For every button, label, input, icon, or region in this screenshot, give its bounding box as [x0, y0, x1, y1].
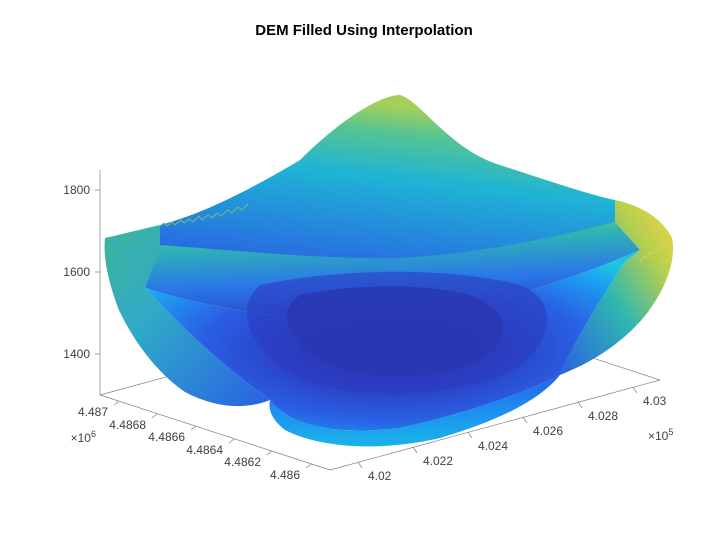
dem-surface — [105, 95, 673, 446]
x-tick-label: 4.028 — [588, 409, 618, 423]
x-axis-exponent: ×105 — [648, 427, 673, 443]
y-tick-label: 4.4864 — [186, 443, 223, 457]
z-tick-label: 1600 — [63, 265, 90, 279]
z-axis-ticks: 1400 1600 1800 — [63, 183, 100, 361]
x-tick-label: 4.026 — [533, 424, 563, 438]
x-tick-label: 4.03 — [643, 394, 667, 408]
z-tick-label: 1800 — [63, 183, 90, 197]
x-tick-label: 4.022 — [423, 454, 453, 468]
y-tick-label: 4.4868 — [109, 418, 146, 432]
y-tick-label: 4.486 — [270, 468, 300, 482]
x-tick-label: 4.02 — [368, 469, 392, 483]
z-tick-label: 1400 — [63, 347, 90, 361]
y-tick-label: 4.487 — [78, 405, 108, 419]
y-tick-label: 4.4866 — [148, 430, 185, 444]
x-tick-label: 4.024 — [478, 439, 508, 453]
y-tick-label: 4.4862 — [224, 455, 261, 469]
y-axis-exponent: ×106 — [71, 429, 96, 445]
surface-plot-3d: 1400 1600 1800 4.487 4.4868 4.4866 4.486… — [0, 0, 728, 546]
